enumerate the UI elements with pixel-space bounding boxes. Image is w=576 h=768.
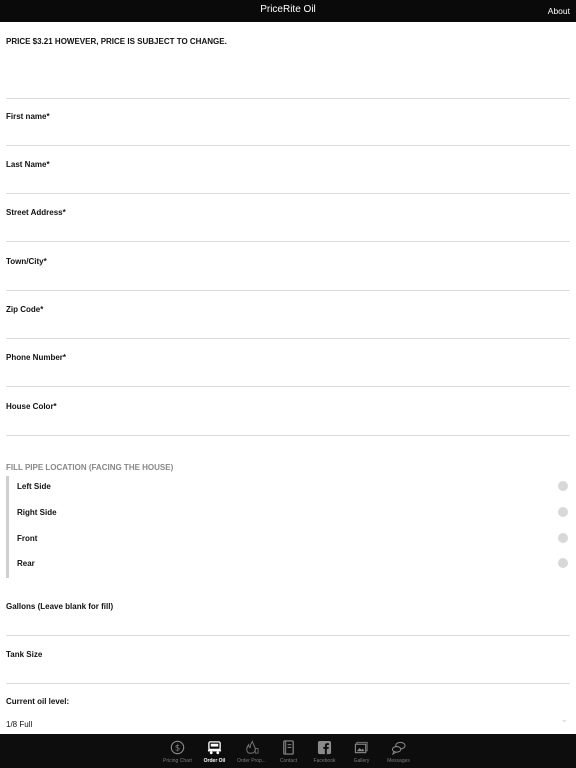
first-name-field[interactable]: First name* [6,98,570,146]
fill-pipe-header: FILL PIPE LOCATION (FACING THE HOUSE) [6,463,174,472]
last-name-field[interactable]: Last Name* [6,146,570,194]
town-city-label: Town/City* [6,257,47,266]
tab-label: Messages [387,758,410,764]
truck-icon [207,741,222,755]
oil-level-select[interactable]: 1/8 Full [6,720,32,729]
zip-code-label: Zip Code* [6,305,44,314]
radio-option-label: Left Side [17,482,51,491]
dollar-icon: $ [170,740,185,755]
radio-option-front[interactable]: Front [9,528,570,553]
svg-text:$: $ [175,743,180,753]
flame-icon [246,740,259,754]
radio-option-label: Rear [17,559,35,568]
tab-order-propane[interactable]: Order Prop... [233,734,270,768]
radio-option-left-side[interactable]: Left Side [9,476,570,501]
last-name-label: Last Name* [6,160,50,169]
radio-option-right-side[interactable]: Right Side [9,502,570,527]
radio-option-label: Right Side [17,508,57,517]
house-color-label: House Color* [6,402,57,411]
gallons-label: Gallons (Leave blank for fill) [6,602,114,611]
oil-level-label: Current oil level: [6,697,70,706]
street-address-field[interactable]: Street Address* [6,194,570,242]
tab-bar: $ Pricing Chart Order Oil Order Prop... … [0,734,576,768]
phone-number-field[interactable]: Phone Number* [6,339,570,387]
tab-order-oil[interactable]: Order Oil [196,734,233,768]
tab-facebook[interactable]: Facebook [306,734,343,768]
price-notice: PRICE $3.21 HOWEVER, PRICE IS SUBJECT TO… [6,37,227,46]
house-color-field[interactable]: House Color* [6,388,570,436]
phonebook-icon [283,740,294,755]
phone-number-label: Phone Number* [6,353,67,362]
nav-bar: PriceRite Oil About [0,0,576,22]
first-name-label: First name* [6,112,50,121]
radio-button[interactable] [558,481,568,491]
tank-size-label: Tank Size [6,650,43,659]
facebook-icon [317,740,332,755]
tab-messages[interactable]: Messages [380,734,417,768]
radio-button[interactable] [558,558,568,568]
radio-button[interactable] [558,507,568,517]
zip-code-field[interactable]: Zip Code* [6,291,570,339]
nav-title: PriceRite Oil [260,4,316,15]
street-address-label: Street Address* [6,208,66,217]
tab-gallery[interactable]: Gallery [343,734,380,768]
chevron-down-icon[interactable]: ⌄ [560,714,568,725]
fill-pipe-radio-group: Left Side Right Side Front Rear [6,476,570,578]
gallery-icon [354,741,368,754]
gallons-field[interactable]: Gallons (Leave blank for fill) [6,588,570,636]
about-button[interactable]: About [548,6,570,16]
messages-icon [391,741,406,755]
tank-size-field[interactable]: Tank Size [6,636,570,684]
radio-button[interactable] [558,533,568,543]
town-city-field[interactable]: Town/City* [6,243,570,291]
tab-pricing-chart[interactable]: $ Pricing Chart [159,734,196,768]
radio-option-rear[interactable]: Rear [9,553,570,578]
radio-option-label: Front [17,534,38,543]
order-oil-form[interactable]: PRICE $3.21 HOWEVER, PRICE IS SUBJECT TO… [0,22,576,734]
